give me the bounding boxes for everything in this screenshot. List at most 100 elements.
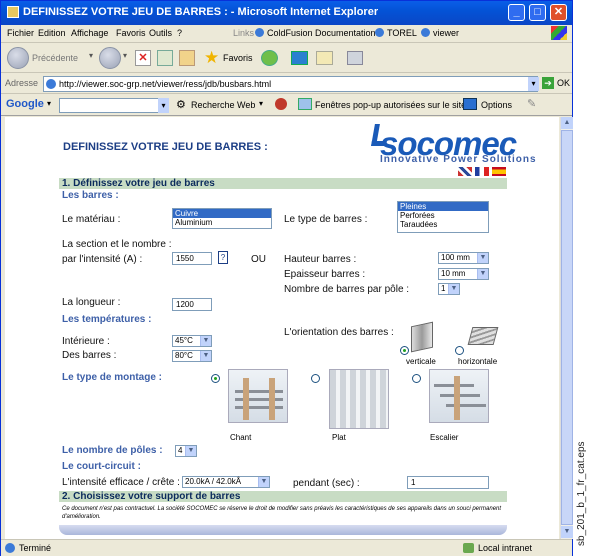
link-viewer[interactable]: viewer — [433, 28, 459, 38]
window-title: DEFINISSEZ VOTRE JEU DE BARRES : - Micro… — [23, 6, 379, 18]
back-label[interactable]: Précédente — [32, 53, 78, 63]
materiau-option-aluminium[interactable]: Aluminium — [173, 218, 271, 227]
type-option-pleines[interactable]: Pleines — [398, 202, 488, 211]
longueur-label: La longueur : — [62, 297, 121, 308]
disclaimer-text: Ce document n'est pas contractuel. La so… — [62, 506, 502, 520]
stop-icon[interactable]: ✕ — [135, 50, 151, 66]
go-button[interactable]: OK — [557, 78, 570, 88]
vertical-scrollbar[interactable]: ▲ ▼ — [560, 117, 573, 539]
barres-heading: Les barres : — [62, 190, 119, 201]
print-icon[interactable] — [347, 51, 363, 65]
scroll-up-icon[interactable]: ▲ — [561, 117, 573, 129]
montage-chant-radio[interactable] — [211, 374, 220, 383]
longueur-input[interactable]: 1200 — [172, 298, 212, 311]
chevron-down-icon[interactable]: ▼ — [258, 477, 269, 487]
address-input[interactable]: http://viewer.soc-grp.net/viewer/ress/jd… — [43, 76, 538, 92]
chevron-down-icon[interactable]: ▾ — [158, 98, 169, 113]
search-web-icon[interactable]: ⚙ — [176, 98, 186, 111]
highlighter-icon[interactable]: ✎ — [527, 97, 536, 110]
page-footer-bar — [59, 525, 507, 535]
hauteur-label: Hauteur barres : — [284, 254, 357, 265]
page-rank-icon[interactable] — [275, 98, 287, 110]
menu-favoris[interactable]: Favoris — [116, 28, 146, 38]
chevron-down-icon[interactable]: ▼ — [477, 269, 488, 279]
section-1-header: 1. Définissez votre jeu de barres — [59, 178, 507, 189]
section-1-title: 1. Définissez votre jeu de barres — [62, 178, 215, 189]
menu-outils[interactable]: Outils — [149, 28, 172, 38]
orientation-verticale-radio[interactable] — [400, 346, 409, 355]
mail-icon[interactable] — [316, 51, 333, 65]
poles-select[interactable]: 4 ▼ — [175, 445, 197, 457]
chevron-down-icon[interactable]: ▼ — [200, 351, 211, 361]
popup-status[interactable]: Fenêtres pop-up autorisées sur le site — [315, 100, 466, 110]
menu-edition[interactable]: Edition — [38, 28, 66, 38]
temperatures-heading: Les températures : — [62, 314, 152, 325]
intensite-crete-value: 20.0kA / 42.0kÂ — [185, 477, 242, 486]
menu-affichage[interactable]: Affichage — [71, 28, 108, 38]
menu-help[interactable]: ? — [177, 28, 182, 38]
google-search-input[interactable] — [59, 98, 169, 113]
google-logo[interactable]: Google — [6, 98, 44, 110]
montage-chant-label: Chant — [230, 433, 252, 442]
page-viewport: DEFINISSEZ VOTRE JEU DE BARRES : socomec… — [5, 117, 559, 539]
intensite-crete-select[interactable]: 20.0kA / 42.0kÂ ▼ — [182, 476, 270, 488]
type-option-perforees[interactable]: Perforées — [398, 211, 488, 220]
chevron-down-icon[interactable]: ▼ — [185, 446, 196, 456]
montage-plat-radio[interactable] — [311, 374, 320, 383]
ie-page-icon — [46, 79, 56, 89]
minimize-button[interactable]: _ — [508, 4, 525, 21]
options-button[interactable]: Options — [481, 100, 512, 110]
menu-fichier[interactable]: Fichier — [7, 28, 34, 38]
orientation-horizontale-radio[interactable] — [455, 346, 464, 355]
close-button[interactable]: ✕ — [550, 4, 567, 21]
address-dropdown-icon[interactable]: ▾ — [528, 77, 539, 91]
search-web-button[interactable]: Recherche Web — [191, 100, 255, 110]
pendant-input[interactable]: 1 — [407, 476, 489, 489]
orientation-horizontale-label: horizontale — [458, 357, 498, 366]
favorites-star-icon[interactable]: ★ — [204, 48, 219, 68]
intranet-zone-icon — [463, 543, 474, 553]
hauteur-select[interactable]: 100 mm ▼ — [438, 252, 489, 264]
chevron-down-icon[interactable]: ▼ — [448, 284, 459, 294]
chevron-down-icon[interactable]: ▾ — [89, 51, 93, 60]
interieure-select[interactable]: 45°C ▼ — [172, 335, 212, 347]
montage-escalier-radio[interactable] — [412, 374, 421, 383]
nombre-barres-select[interactable]: 1 ▼ — [438, 283, 460, 295]
flag-fr-icon[interactable] — [475, 167, 489, 176]
scroll-down-icon[interactable]: ▼ — [561, 526, 573, 538]
link-coldfusion[interactable]: ColdFusion Documentation — [267, 28, 376, 38]
section-2-title[interactable]: 2. Choisissez votre support de barres — [62, 491, 240, 502]
back-icon[interactable] — [7, 47, 29, 69]
ie-page-icon — [5, 543, 15, 553]
maximize-button[interactable]: □ — [529, 4, 546, 21]
montage-escalier-label: Escalier — [430, 433, 459, 442]
forward-icon[interactable] — [99, 47, 121, 69]
materiau-list[interactable]: Cuivre Aluminium — [172, 208, 272, 229]
intensite-crete-label: L'intensité efficace / crête : — [62, 477, 180, 488]
link-torel[interactable]: TOREL — [387, 28, 417, 38]
chevron-down-icon[interactable]: ▼ — [200, 336, 211, 346]
type-option-taraudees[interactable]: Taraudées — [398, 220, 488, 229]
chevron-down-icon[interactable]: ▾ — [259, 99, 263, 108]
ie-link-icon — [375, 28, 384, 37]
favorites-label[interactable]: Favoris — [223, 53, 253, 63]
chevron-down-icon[interactable]: ▼ — [477, 253, 488, 263]
history-icon[interactable] — [261, 50, 278, 66]
pendant-label: pendant (sec) : — [293, 478, 360, 489]
media-icon[interactable] — [291, 51, 308, 65]
epaisseur-select[interactable]: 10 mm ▼ — [438, 268, 489, 280]
chevron-down-icon[interactable]: ▾ — [47, 99, 51, 108]
flag-es-icon[interactable] — [492, 167, 506, 176]
refresh-icon[interactable] — [157, 50, 173, 66]
zone-text: Local intranet — [478, 543, 533, 553]
flag-uk-icon[interactable] — [458, 167, 472, 176]
help-button[interactable]: ? — [218, 251, 228, 264]
home-icon[interactable] — [179, 50, 195, 66]
go-arrow-icon[interactable]: ➔ — [542, 77, 554, 89]
chevron-down-icon[interactable]: ▾ — [123, 51, 127, 60]
intensite-input[interactable]: 1550 — [172, 252, 212, 265]
type-barres-list[interactable]: Pleines Perforées Taraudées — [397, 201, 489, 233]
materiau-option-cuivre[interactable]: Cuivre — [173, 209, 271, 218]
scroll-thumb[interactable] — [561, 130, 573, 525]
barres-temp-select[interactable]: 80°C ▼ — [172, 350, 212, 362]
